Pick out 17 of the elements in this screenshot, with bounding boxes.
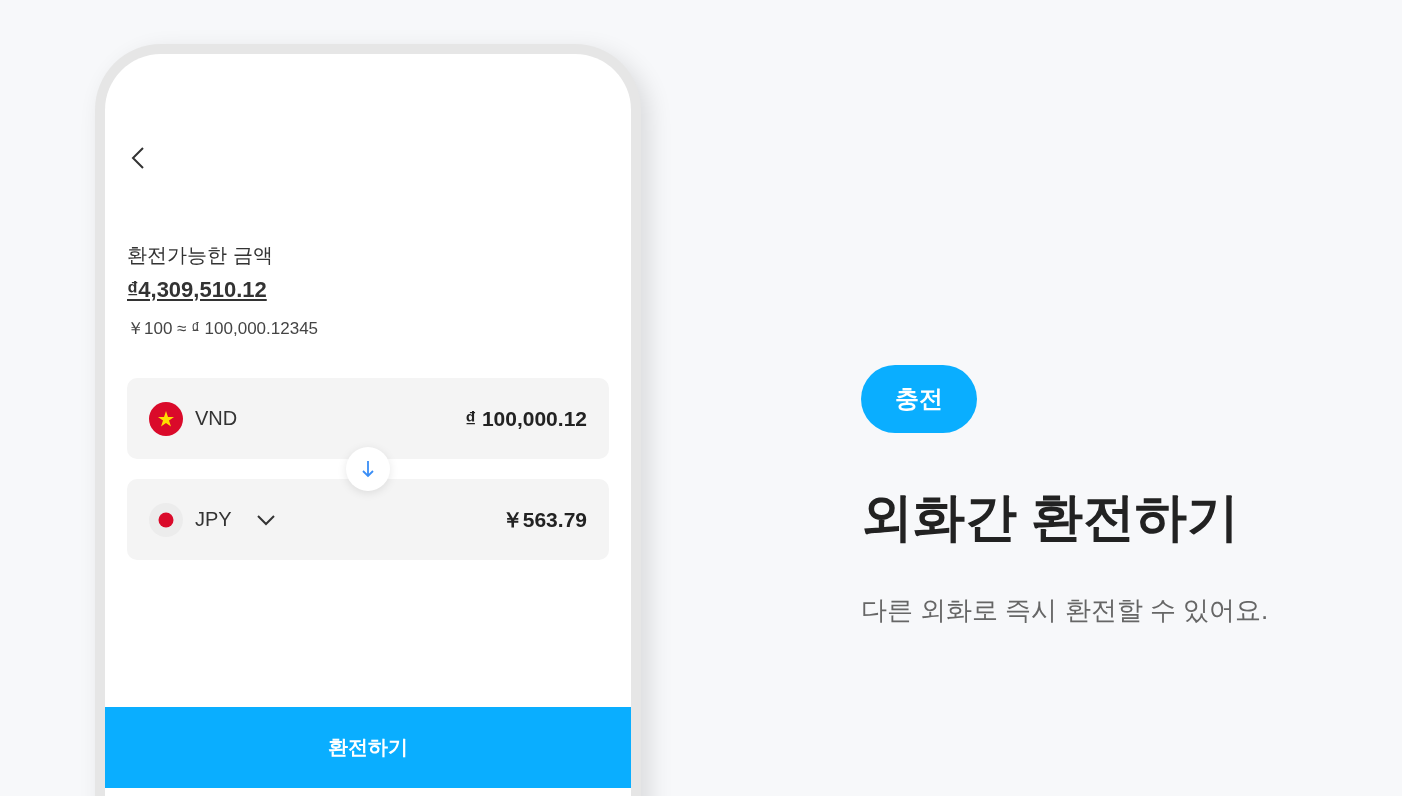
back-icon[interactable] — [131, 146, 145, 170]
flag-icon — [149, 502, 183, 537]
currency-code: VND — [195, 407, 238, 430]
currency-card[interactable]: JPY ￥563.79 — [127, 479, 609, 560]
currency-amount: ￥563.79 — [501, 506, 587, 533]
category-badge: 충전 — [861, 365, 977, 433]
currency-amount: ₫ 100,000.12 — [465, 406, 587, 431]
down-arrow-icon — [362, 460, 374, 478]
available-amount-label: 환전가능한 금액 — [127, 243, 274, 268]
currency-card[interactable]: VND ₫ 100,000.12 — [127, 378, 609, 459]
feature-heading: 외화간 환전하기 — [861, 487, 1240, 548]
currency-code: JPY — [195, 508, 232, 531]
exchange-rate: ￥100 ≈ ₫ 100,000.12345 — [127, 318, 320, 340]
available-amount: ₫4,309,510.12 — [127, 277, 267, 303]
flag-icon — [149, 401, 183, 436]
feature-description: 다른 외화로 즉시 환전할 수 있어요. — [861, 594, 1269, 627]
caret-icon[interactable] — [255, 513, 276, 526]
